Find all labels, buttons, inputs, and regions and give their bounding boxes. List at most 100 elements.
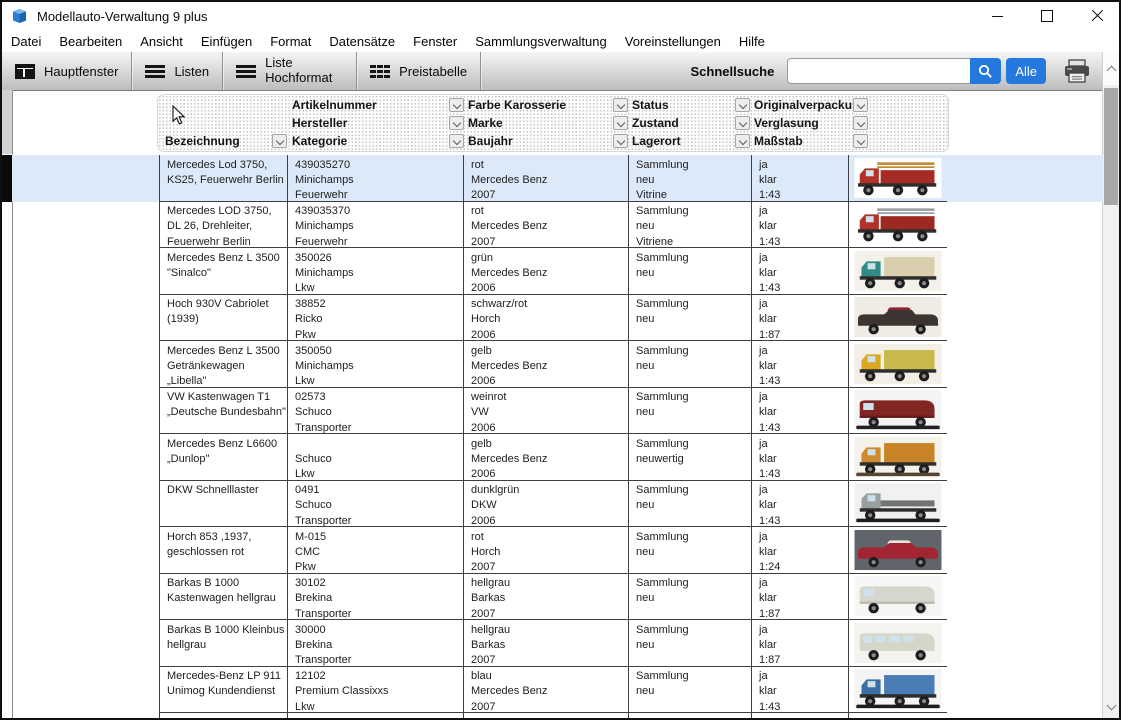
table-row[interactable]: Mercedes-Benz LP 911 Unimog Kundendienst… — [12, 667, 1103, 714]
filter-dropdown-button[interactable] — [613, 116, 628, 130]
status-text: Sammlung — [636, 437, 751, 452]
lagerort-text — [636, 374, 751, 387]
filter-label: Hersteller — [292, 116, 347, 130]
search-button[interactable] — [970, 58, 1001, 84]
filter-dropdown-button[interactable] — [613, 134, 628, 148]
cell-bezeichnung: DKW Schnelllaster — [159, 481, 288, 528]
farbe-text: hellgrau — [471, 623, 628, 638]
filter-dropdown-button[interactable] — [449, 134, 464, 148]
filter-dropdown-button[interactable] — [853, 116, 868, 130]
print-button[interactable] — [1063, 59, 1091, 84]
table-row[interactable]: Mercedes Benz L 3500 Getränkewagen „Libe… — [12, 341, 1103, 388]
originalverpackung-text: ja — [759, 344, 848, 359]
filter-dropdown-button[interactable] — [272, 134, 287, 148]
lagerort-text — [636, 281, 751, 294]
zustand-text: neu — [636, 684, 751, 699]
originalverpackung-text: ja — [759, 390, 848, 405]
table-row[interactable]: Mercedes Benz L 3500 "Sinalco" 350026 Mi… — [12, 248, 1103, 295]
table-row[interactable]: VW Kastenwagen T1 „Deutsche Bundesbahn" … — [12, 388, 1103, 435]
menu-sammlungsverwaltung[interactable]: Sammlungsverwaltung — [466, 34, 616, 49]
cell-farbe-marke-baujahr: hellgrau Barkas 2007 — [464, 620, 629, 667]
massstab-text: 1:43 — [759, 700, 848, 713]
table-row[interactable]: Hoch 930V Cabriolet (1939) 38852 Ricko P… — [12, 295, 1103, 342]
hauptfenster-button[interactable]: Hauptfenster — [2, 52, 132, 90]
table-row[interactable]: Mercedes Lod 3750, KS25, Feuerwehr Berli… — [12, 155, 1103, 202]
cell-status-zustand-lagerort: Sammlung neu — [629, 667, 752, 714]
filter-dropdown-button[interactable] — [735, 98, 750, 112]
cell-status-zustand-lagerort: Sammlung neu Vitriene — [629, 202, 752, 249]
table-row[interactable]: Mercedes LOD 3750, DL 26, Drehleiter, Fe… — [12, 202, 1103, 249]
preistabelle-button[interactable]: Preistabelle — [357, 52, 481, 90]
menu-bearbeiten[interactable]: Bearbeiten — [50, 34, 131, 49]
bezeichnung-text: Mercedes Lod 3750, KS25, Feuerwehr Berli… — [167, 158, 287, 189]
menu-hilfe[interactable]: Hilfe — [730, 34, 774, 49]
menu-bar: Datei Bearbeiten Ansicht Einfügen Format… — [2, 30, 1119, 53]
menu-ansicht[interactable]: Ansicht — [131, 34, 192, 49]
verglasung-text: klar — [759, 219, 848, 234]
verglasung-text: klar — [759, 452, 848, 467]
baujahr-text: 2007 — [471, 700, 628, 713]
filter-dropdown-button[interactable] — [853, 134, 868, 148]
scroll-down-button[interactable] — [1103, 696, 1119, 716]
table-row[interactable]: DKW Schnelllaster 0491 Schuco Transporte… — [12, 481, 1103, 528]
artikelnummer-text: 12102 — [295, 669, 463, 684]
massstab-text: 1:43 — [759, 421, 848, 434]
bezeichnung-text: Horch 853 ,1937, geschlossen rot — [167, 530, 287, 561]
table-row[interactable]: Horch 853 ,1937, geschlossen rot M-015 C… — [12, 527, 1103, 574]
alle-button[interactable]: Alle — [1006, 58, 1046, 84]
model-car-photo — [854, 344, 942, 384]
cell-status-zustand-lagerort: Sammlung neu Vitrine — [629, 155, 752, 202]
close-button[interactable] — [1085, 4, 1109, 28]
kategorie-text: Lkw — [295, 700, 463, 713]
filter-label: Status — [632, 98, 669, 112]
lagerort-text — [636, 467, 751, 480]
cell-artikel-hersteller-kategorie: 439035270 Minichamps Feuerwehr — [288, 155, 464, 202]
vertical-scrollbar[interactable] — [1102, 52, 1119, 718]
originalverpackung-text: ja — [759, 204, 848, 219]
menu-einfuegen[interactable]: Einfügen — [192, 34, 261, 49]
cell-ovp-verglasung-massstab: ja klar 1:43 — [752, 388, 849, 435]
filter-dropdown-button[interactable] — [853, 98, 868, 112]
filter-dropdown-button[interactable] — [735, 134, 750, 148]
artikelnummer-text: 350050 — [295, 344, 463, 359]
artikelnummer-text — [295, 437, 463, 452]
table-row[interactable]: Barkas B 1000 Kastenwagen hellgrau 30102… — [12, 574, 1103, 621]
table-row[interactable]: Mercedes Benz L6600 „Dunlop" Schuco Lkw … — [12, 434, 1103, 481]
cell-ovp-verglasung-massstab: ja klar 1:87 — [752, 620, 849, 667]
verglasung-text: klar — [759, 312, 848, 327]
filter-dropdown-button[interactable] — [735, 116, 750, 130]
filter-dropdown-button[interactable] — [449, 116, 464, 130]
minimize-button[interactable] — [985, 4, 1009, 28]
bezeichnung-text: Mercedes Benz L6600 „Dunlop" — [167, 437, 287, 468]
menu-fenster[interactable]: Fenster — [404, 34, 466, 49]
quick-search-input[interactable] — [787, 58, 970, 84]
cell-artikel-hersteller-kategorie: 0491 Schuco Transporter — [288, 481, 464, 528]
menu-datensaetze[interactable]: Datensätze — [320, 34, 404, 49]
model-car-photo — [854, 623, 942, 663]
zustand-text: neu — [636, 638, 751, 653]
verglasung-text: klar — [759, 545, 848, 560]
cell-status-zustand-lagerort: Sammlung neu — [629, 620, 752, 667]
scroll-up-button[interactable] — [1103, 52, 1119, 85]
filter-dropdown-button[interactable] — [613, 98, 628, 112]
cell-photo — [849, 481, 947, 528]
liste-hochformat-button[interactable]: Liste Hochformat — [223, 52, 357, 90]
scrollbar-thumb[interactable] — [1104, 88, 1118, 205]
listen-button[interactable]: Listen — [132, 52, 223, 90]
kategorie-text: Pkw — [295, 560, 463, 573]
printer-icon — [1063, 59, 1091, 84]
menu-voreinstellungen[interactable]: Voreinstellungen — [616, 34, 730, 49]
cell-bezeichnung: Mercedes LOD 3750, DL 26, Drehleiter, Fe… — [159, 202, 288, 249]
menu-datei[interactable]: Datei — [2, 34, 50, 49]
cell-photo — [849, 527, 947, 574]
marke-text: Horch — [471, 312, 628, 327]
menu-format[interactable]: Format — [261, 34, 320, 49]
filter-dropdown-button[interactable] — [449, 98, 464, 112]
kategorie-text: Transporter — [295, 607, 463, 620]
table-row[interactable]: Barkas B 1000 Kleinbus hellgrau 30000 Br… — [12, 620, 1103, 667]
verglasung-text: klar — [759, 173, 848, 188]
baujahr-text: 2006 — [471, 328, 628, 341]
maximize-button[interactable] — [1035, 4, 1059, 28]
cell-bezeichnung: Mercedes Benz L6600 „Dunlop" — [159, 434, 288, 481]
farbe-text: schwarz/rot — [471, 297, 628, 312]
